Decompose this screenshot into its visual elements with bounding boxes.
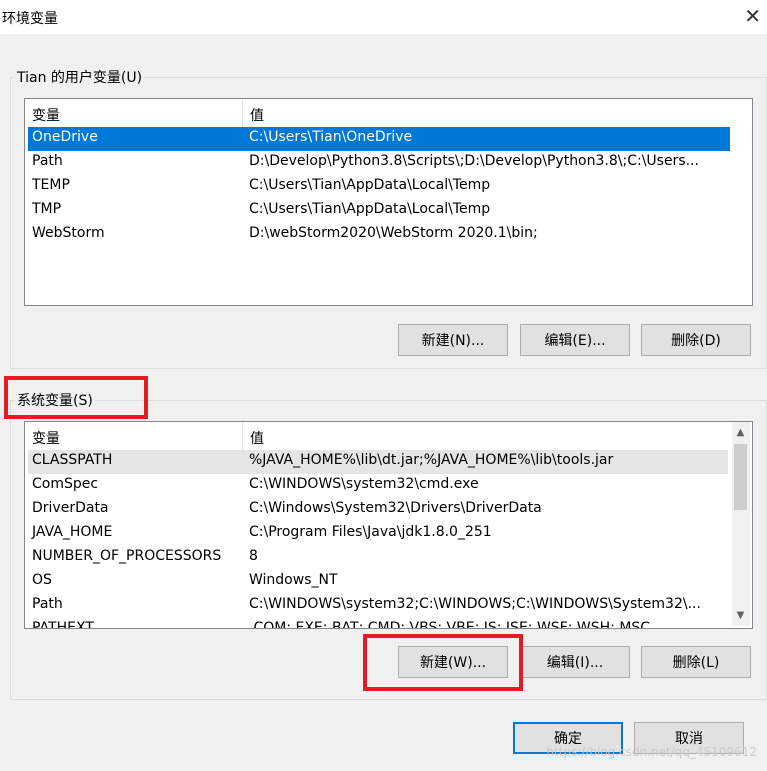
scroll-thumb[interactable]	[734, 444, 747, 510]
table-row[interactable]: WebStorm D:\webStorm2020\WebStorm 2020.1\…	[28, 223, 730, 247]
column-separator[interactable]	[242, 422, 243, 450]
table-row[interactable]: JAVA_HOME C:\Program Files\Java\jdk1.8.0_…	[28, 522, 728, 546]
system-variables-scrollbar[interactable]: ▲ ▼	[732, 422, 750, 626]
table-row[interactable]: Path D:\Develop\Python3.8\Scripts\;D:\Dev…	[28, 151, 730, 175]
table-row[interactable]: OS Windows_NT	[28, 570, 728, 594]
variable-value: C:\Program Files\Java\jdk1.8.0_251	[249, 524, 492, 540]
user-variables-header: 变量 值	[25, 99, 752, 127]
table-row[interactable]: NUMBER_OF_PROCESSORS 8	[28, 546, 728, 570]
variable-name: OS	[32, 572, 52, 588]
table-row[interactable]: CLASSPATH %JAVA_HOME%\lib\dt.jar;%JAVA_HO…	[28, 450, 728, 474]
variable-value: Windows_NT	[249, 572, 338, 588]
variable-name: JAVA_HOME	[32, 524, 113, 540]
scroll-up-icon[interactable]: ▲	[732, 424, 749, 441]
variable-name: WebStorm	[32, 225, 105, 241]
variable-value: C:\Users\Tian\OneDrive	[249, 129, 413, 145]
user-variables-label: Tian 的用户变量(U)	[15, 67, 145, 87]
variable-value: C:\WINDOWS\system32\cmd.exe	[249, 476, 479, 492]
variable-name: TEMP	[32, 177, 70, 193]
variable-name: Path	[32, 153, 63, 169]
system-variables-header: 变量 值	[25, 422, 752, 450]
column-header-value[interactable]: 值	[250, 428, 264, 448]
variable-value: D:\Develop\Python3.8\Scripts\;D:\Develop…	[249, 153, 699, 169]
user-variables-list[interactable]: 变量 值 OneDrive C:\Users\Tian\OneDrive Path D…	[24, 98, 753, 306]
variable-value: %JAVA_HOME%\lib\dt.jar;%JAVA_HOME%\lib\t…	[249, 452, 614, 468]
table-row[interactable]: TMP C:\Users\Tian\AppData\Local\Temp	[28, 199, 730, 223]
system-delete-button[interactable]: 删除(L)	[641, 646, 751, 678]
user-delete-button[interactable]: 删除(D)	[641, 324, 751, 356]
column-header-value[interactable]: 值	[250, 105, 264, 125]
variable-value: C:\Windows\System32\Drivers\DriverData	[249, 500, 542, 516]
system-edit-button[interactable]: 编辑(I)...	[520, 646, 630, 678]
user-edit-button[interactable]: 编辑(E)...	[520, 324, 630, 356]
variable-value: C:\Users\Tian\AppData\Local\Temp	[249, 177, 491, 193]
column-header-variable[interactable]: 变量	[32, 105, 60, 125]
variable-name: CLASSPATH	[32, 452, 113, 468]
system-new-button[interactable]: 新建(W)...	[398, 646, 508, 678]
watermark: https://blog.csdn.net/qq_45109612	[546, 745, 757, 759]
variable-value: C:\Users\Tian\AppData\Local\Temp	[249, 201, 491, 217]
table-row[interactable]: TEMP C:\Users\Tian\AppData\Local\Temp	[28, 175, 730, 199]
system-variables-list[interactable]: 变量 值 CLASSPATH %JAVA_HOME%\lib\dt.jar;%JA…	[24, 421, 753, 629]
variable-value: .COM;.EXE;.BAT;.CMD;.VBS;.VBE;.JS;.JSE;.…	[249, 620, 651, 629]
variable-name: ComSpec	[32, 476, 99, 492]
scroll-down-icon[interactable]: ▼	[732, 607, 749, 624]
variable-name: NUMBER_OF_PROCESSORS	[32, 548, 222, 564]
variable-name: PATHEXT	[32, 620, 94, 629]
variable-name: DriverData	[32, 500, 109, 516]
title-bar: 环境变量 ✕	[0, 0, 767, 34]
table-row[interactable]: OneDrive C:\Users\Tian\OneDrive	[28, 127, 730, 151]
column-separator[interactable]	[242, 99, 243, 127]
variable-name: TMP	[32, 201, 62, 217]
variable-name: Path	[32, 596, 63, 612]
column-header-variable[interactable]: 变量	[32, 428, 60, 448]
variable-name: OneDrive	[32, 129, 98, 145]
table-row[interactable]: Path C:\WINDOWS\system32;C:\WINDOWS;C:\WI…	[28, 594, 728, 618]
variable-value: D:\webStorm2020\WebStorm 2020.1\bin;	[249, 225, 538, 241]
close-icon[interactable]: ✕	[744, 4, 761, 28]
table-row[interactable]: DriverData C:\Windows\System32\Drivers\Dr…	[28, 498, 728, 522]
variable-value: C:\WINDOWS\system32;C:\WINDOWS;C:\WINDOW…	[249, 596, 701, 612]
variable-value: 8	[249, 548, 258, 564]
system-variables-label: 系统变量(S)	[15, 390, 95, 410]
window-title: 环境变量	[2, 11, 58, 27]
table-row[interactable]: PATHEXT .COM;.EXE;.BAT;.CMD;.VBS;.VBE;.JS…	[28, 618, 728, 629]
table-row[interactable]: ComSpec C:\WINDOWS\system32\cmd.exe	[28, 474, 728, 498]
user-new-button[interactable]: 新建(N)...	[398, 324, 508, 356]
